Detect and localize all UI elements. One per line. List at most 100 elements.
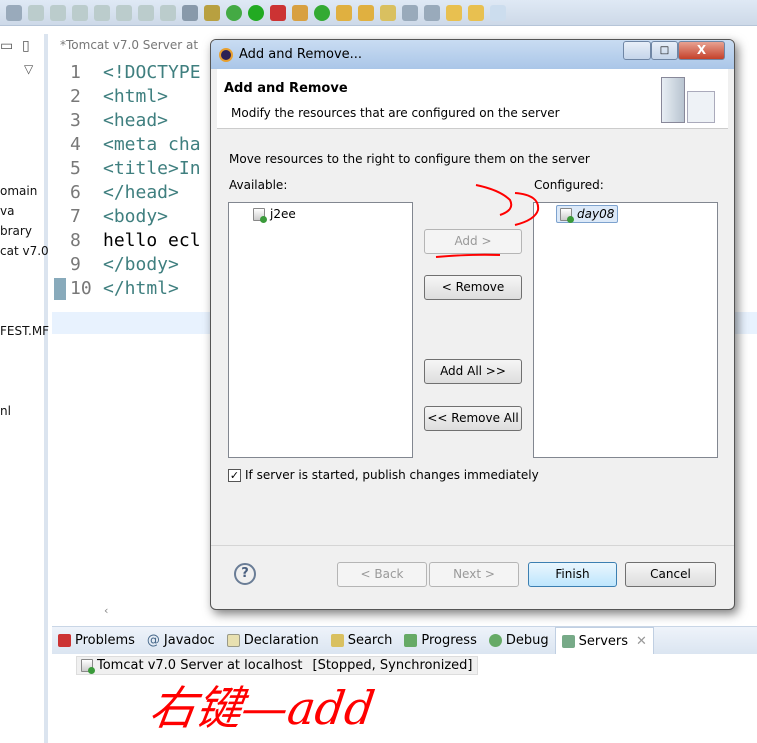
server-icon [81, 659, 95, 674]
finish-button[interactable]: Finish [528, 562, 617, 587]
tree-item[interactable]: omain [0, 184, 37, 198]
dialog-header: Add and Remove Modify the resources that… [217, 69, 728, 129]
back-button[interactable]: < Back [337, 562, 427, 587]
web-module-icon [560, 207, 574, 223]
step-return-icon[interactable] [160, 4, 176, 21]
step-into-icon[interactable] [116, 4, 132, 21]
servers-icon [561, 634, 575, 648]
code-line[interactable]: hello ecl [103, 230, 201, 251]
tab-label: Declaration [243, 633, 319, 648]
configured-list[interactable]: day08 [533, 202, 718, 458]
tab-servers[interactable]: Servers ✕ [554, 627, 654, 654]
tree-item[interactable]: FEST.MF [0, 324, 49, 338]
code-line[interactable]: <html> [103, 86, 168, 107]
tab-problems[interactable]: Problems [52, 627, 141, 654]
search-icon [330, 634, 344, 647]
terminate-icon[interactable] [72, 4, 88, 21]
minimize-icon[interactable]: ▭ [0, 38, 13, 54]
open-type-icon[interactable] [336, 4, 352, 21]
publish-label: If server is started, publish changes im… [245, 468, 539, 482]
maximize-button[interactable]: □ [651, 41, 678, 60]
bottom-tabs: Problems @ Javadoc Declaration Search Pro… [52, 627, 757, 654]
skip-breakpoints-icon[interactable] [6, 4, 22, 21]
previous-annotation-icon[interactable] [424, 4, 440, 21]
bug-icon [488, 634, 502, 647]
close-icon[interactable]: ✕ [636, 634, 647, 649]
editor-tab[interactable]: *Tomcat v7.0 Server at [60, 38, 198, 52]
tab-declaration[interactable]: Declaration [221, 627, 325, 654]
open-folder-icon[interactable] [358, 4, 374, 21]
suspend-icon[interactable] [50, 4, 66, 21]
minimize-button[interactable] [623, 41, 651, 60]
new-class-icon[interactable] [314, 4, 330, 21]
remove-all-button[interactable]: << Remove All [424, 406, 522, 431]
handwritten-annotation-text: 右键—add [146, 681, 379, 735]
code-line[interactable]: <body> [103, 206, 168, 227]
external-tools-icon[interactable] [270, 4, 286, 21]
help-icon[interactable]: ? [234, 563, 256, 585]
progress-icon [404, 634, 418, 647]
step-over-icon[interactable] [138, 4, 154, 21]
declaration-icon [226, 634, 240, 647]
search-icon[interactable] [380, 4, 396, 21]
view-menu-icon[interactable]: ▽ [24, 62, 33, 76]
problems-icon [58, 634, 71, 647]
add-all-button[interactable]: Add All >> [424, 359, 522, 384]
forward-arrow-icon[interactable] [490, 4, 506, 21]
maximize-icon[interactable]: ▯ [22, 38, 30, 54]
tree-item[interactable]: brary [0, 224, 32, 238]
list-item[interactable]: j2ee [253, 207, 296, 223]
scroll-left-icon[interactable]: ‹ [104, 604, 108, 617]
remove-button[interactable]: < Remove [424, 275, 522, 300]
tree-item[interactable]: cat v7.0 [0, 244, 49, 258]
at-icon: @ [146, 633, 160, 648]
server-list-item[interactable]: Tomcat v7.0 Server at localhost [Stopped… [76, 656, 478, 675]
last-edit-location-icon[interactable] [446, 4, 462, 21]
drop-to-frame-icon[interactable] [182, 4, 198, 21]
item-label: day08 [577, 207, 615, 221]
use-step-filters-icon[interactable] [204, 4, 220, 21]
web-module-icon [253, 207, 267, 223]
back-arrow-icon[interactable] [468, 4, 484, 21]
tab-label: Progress [421, 633, 477, 648]
code-line[interactable]: </body> [103, 254, 179, 275]
debug-icon[interactable] [226, 4, 242, 21]
server-banner-icon [687, 91, 715, 123]
add-button[interactable]: Add > [424, 229, 522, 254]
list-item[interactable]: day08 [556, 205, 619, 223]
tree-item[interactable]: nl [0, 404, 11, 418]
server-banner-icon [661, 77, 685, 123]
run-icon[interactable] [248, 4, 264, 21]
disconnect-icon[interactable] [94, 4, 110, 21]
code-line[interactable]: <head> [103, 110, 168, 131]
tree-item[interactable]: va [0, 204, 14, 218]
cancel-button[interactable]: Cancel [625, 562, 716, 587]
code-line[interactable]: </head> [103, 182, 179, 203]
tab-debug[interactable]: Debug [483, 627, 555, 654]
configured-label: Configured: [534, 178, 604, 192]
tab-progress[interactable]: Progress [398, 627, 482, 654]
publish-checkbox[interactable]: ✓ [228, 468, 241, 482]
available-list[interactable]: j2ee [228, 202, 413, 458]
tab-label: Search [347, 633, 393, 648]
tab-javadoc[interactable]: @ Javadoc [141, 627, 221, 654]
header-title: Add and Remove [224, 81, 348, 96]
main-toolbar [0, 0, 757, 26]
close-button[interactable]: X [678, 41, 725, 60]
code-line[interactable]: <meta cha [103, 134, 201, 155]
next-button[interactable]: Next > [429, 562, 519, 587]
item-label: j2ee [270, 207, 296, 221]
new-java-package-icon[interactable] [292, 4, 308, 21]
resume-icon[interactable] [28, 4, 44, 21]
tab-search[interactable]: Search [325, 627, 399, 654]
server-name: Tomcat v7.0 Server at localhost [97, 658, 303, 673]
package-explorer: ▭ ▯ ▽ omain va brary cat v7.0 FEST.MF nl [0, 34, 49, 743]
code-line[interactable]: <!DOCTYPE [103, 62, 201, 83]
add-remove-dialog: Add and Remove... □ X Add and Remove Mod… [210, 39, 735, 610]
code-line[interactable]: </html> [103, 278, 179, 299]
code-line[interactable]: <title>In [103, 158, 201, 179]
eclipse-icon [219, 47, 233, 62]
divider [211, 545, 734, 546]
server-status: [Stopped, Synchronized] [312, 658, 473, 673]
next-annotation-icon[interactable] [402, 4, 418, 21]
